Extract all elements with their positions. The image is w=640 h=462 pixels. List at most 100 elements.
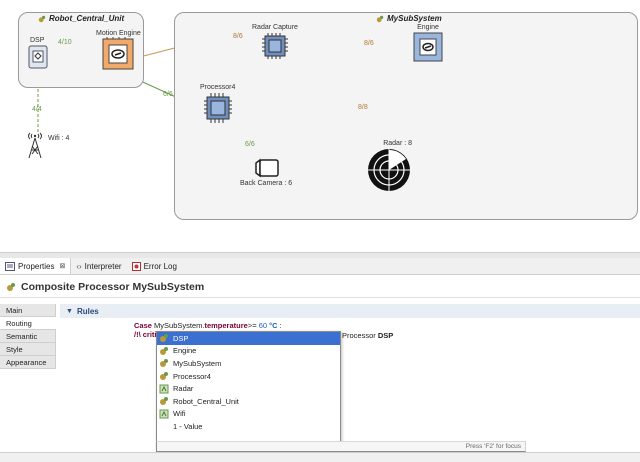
focus-hint: Press 'F2' for focus xyxy=(465,443,521,450)
robot-central-unit-title: Robot_Central_Unit xyxy=(38,14,124,23)
completion-item-label: MySubSystem xyxy=(173,358,222,368)
link-label-motion-processor: 6/6 xyxy=(163,91,173,98)
rule-target: Processor DSP xyxy=(342,331,393,340)
node-dsp[interactable]: DSP xyxy=(26,37,50,70)
rule-line-1: Case MySubSystem.temperature>= 60 °C : xyxy=(134,321,282,330)
link-label-dsp-motion: 4/10 xyxy=(58,39,72,46)
link-label-radar-radar: 8/8 xyxy=(358,104,368,111)
completion-item[interactable]: Wifi xyxy=(157,408,340,421)
sensor-icon xyxy=(159,409,169,419)
radar-icon xyxy=(368,149,410,191)
link-label-camera-processor: 6/6 xyxy=(245,141,255,148)
side-tab-style[interactable]: Style xyxy=(0,343,56,356)
node-wifi[interactable]: Wifi : 4 xyxy=(24,130,69,160)
composite-icon xyxy=(376,15,384,22)
properties-header: Composite Processor MySubSystem xyxy=(0,276,640,298)
node-radar-capture[interactable]: Radar Capture xyxy=(252,24,298,61)
focus-hint-bar: Press 'F2' for focus xyxy=(156,441,526,452)
completion-item[interactable]: MySubSystem xyxy=(157,357,340,370)
properties-title: Composite Processor MySubSystem xyxy=(21,280,205,293)
rules-section-header[interactable]: ▼ Rules xyxy=(60,304,640,318)
tab-interpreter[interactable]: ‹› Interpreter xyxy=(71,258,126,274)
rule-attribute: temperature xyxy=(204,321,248,330)
node-motion-engine[interactable]: Motion Engine xyxy=(96,30,141,71)
radar-capture-label: Radar Capture xyxy=(252,24,298,31)
rule-line-2: /!\ criti xyxy=(134,330,157,339)
rule-target-name: DSP xyxy=(377,331,394,340)
mysubsystem-label: MySubSystem xyxy=(387,14,442,23)
completion-item[interactable]: Radar xyxy=(157,382,340,395)
node-back-camera[interactable]: Back Camera : 6 xyxy=(240,156,292,187)
completion-item-label: Wifi xyxy=(173,409,186,419)
robot-central-unit-label: Robot_Central_Unit xyxy=(49,14,125,23)
rules-section-title: Rules xyxy=(76,306,99,316)
side-tab-appearance[interactable]: Appearance xyxy=(0,356,56,369)
rule-value: 60 xyxy=(258,321,268,330)
side-tab-semantic[interactable]: Semantic xyxy=(0,330,56,343)
status-bar xyxy=(0,452,640,462)
completion-item-label: Engine xyxy=(173,346,197,356)
rule-target-keyword: Processor xyxy=(342,331,376,340)
rule-unit: °C xyxy=(269,321,278,330)
composite-icon xyxy=(38,15,46,22)
wifi-antenna-icon xyxy=(28,132,42,159)
tab-properties[interactable]: Properties ⊠ xyxy=(0,258,72,274)
dsp-label: DSP xyxy=(30,37,45,44)
completion-item[interactable]: DSP xyxy=(157,332,340,345)
processor-icon xyxy=(160,372,168,381)
engine-label: Engine xyxy=(417,24,439,31)
completion-item[interactable]: 1 - Value xyxy=(157,420,340,433)
completion-item[interactable]: Processor4 xyxy=(157,370,340,383)
view-tabs: Properties ⊠ ‹› Interpreter Error Log xyxy=(0,258,640,275)
side-tab-main[interactable]: Main xyxy=(0,304,56,317)
properties-icon xyxy=(5,261,15,271)
sensor-icon xyxy=(159,384,169,394)
completion-item-label: 1 - Value xyxy=(173,421,203,431)
side-tab-routing[interactable]: Routing xyxy=(0,317,56,330)
camera-icon xyxy=(255,158,279,178)
link-label-wifi-dsp: 4/4 xyxy=(32,106,42,113)
completion-item[interactable]: Robot_Central_Unit xyxy=(157,395,340,408)
tab-properties-label: Properties xyxy=(18,261,55,271)
rule-comment: /!\ criti xyxy=(134,330,157,339)
completion-item[interactable]: Engine xyxy=(157,345,340,358)
error-log-icon xyxy=(131,261,141,271)
link-label-radar-engine: 8/6 xyxy=(364,40,374,47)
composite-processor-icon xyxy=(7,282,15,291)
engine-icon xyxy=(413,32,443,62)
radar-capture-processor-icon xyxy=(261,33,288,59)
rule-colon: : xyxy=(279,321,282,330)
close-icon[interactable]: ⊠ xyxy=(59,262,65,270)
motion-engine-label: Motion Engine xyxy=(96,30,141,37)
tab-error-log-label: Error Log xyxy=(143,261,177,271)
motion-engine-icon xyxy=(102,37,134,70)
processor-icon xyxy=(160,359,168,368)
processor-icon xyxy=(160,334,168,343)
rule-case-keyword: Case xyxy=(134,321,152,330)
dsp-processor-icon xyxy=(28,45,48,69)
mysubsystem-title: MySubSystem xyxy=(376,14,442,23)
processor-icon xyxy=(160,346,168,355)
processor4-icon xyxy=(203,93,232,123)
processor4-label: Processor4 xyxy=(200,84,236,91)
rule-operator: >= xyxy=(247,321,257,330)
tab-interpreter-label: Interpreter xyxy=(84,261,122,271)
tab-error-log[interactable]: Error Log xyxy=(127,258,182,274)
node-radar[interactable]: Radar : 8 xyxy=(366,140,412,193)
wifi-label: Wifi : 4 xyxy=(48,135,70,142)
completion-item-label: DSP xyxy=(173,333,189,343)
properties-side-tabs: Main Routing Semantic Style Appearance xyxy=(0,304,56,369)
node-engine[interactable]: Engine xyxy=(412,24,444,63)
completion-item-label: Radar xyxy=(173,384,194,394)
radar-label: Radar : 8 xyxy=(383,140,412,147)
diagram-canvas[interactable]: Robot_Central_Unit MySubSystem DSP Motio… xyxy=(0,0,640,252)
chevron-down-icon[interactable]: ▼ xyxy=(66,308,73,315)
completion-item-label: Processor4 xyxy=(173,371,211,381)
node-processor4[interactable]: Processor4 xyxy=(200,84,235,125)
completion-item-label: Robot_Central_Unit xyxy=(173,396,239,406)
interpreter-icon: ‹› xyxy=(76,261,82,271)
processor-icon xyxy=(160,397,168,406)
content-assist-popup[interactable]: DSP Engine MySubSystem Processor4 Radar … xyxy=(156,331,341,452)
link-label-motion-radar: 8/6 xyxy=(233,33,243,40)
back-camera-label: Back Camera : 6 xyxy=(240,180,293,187)
